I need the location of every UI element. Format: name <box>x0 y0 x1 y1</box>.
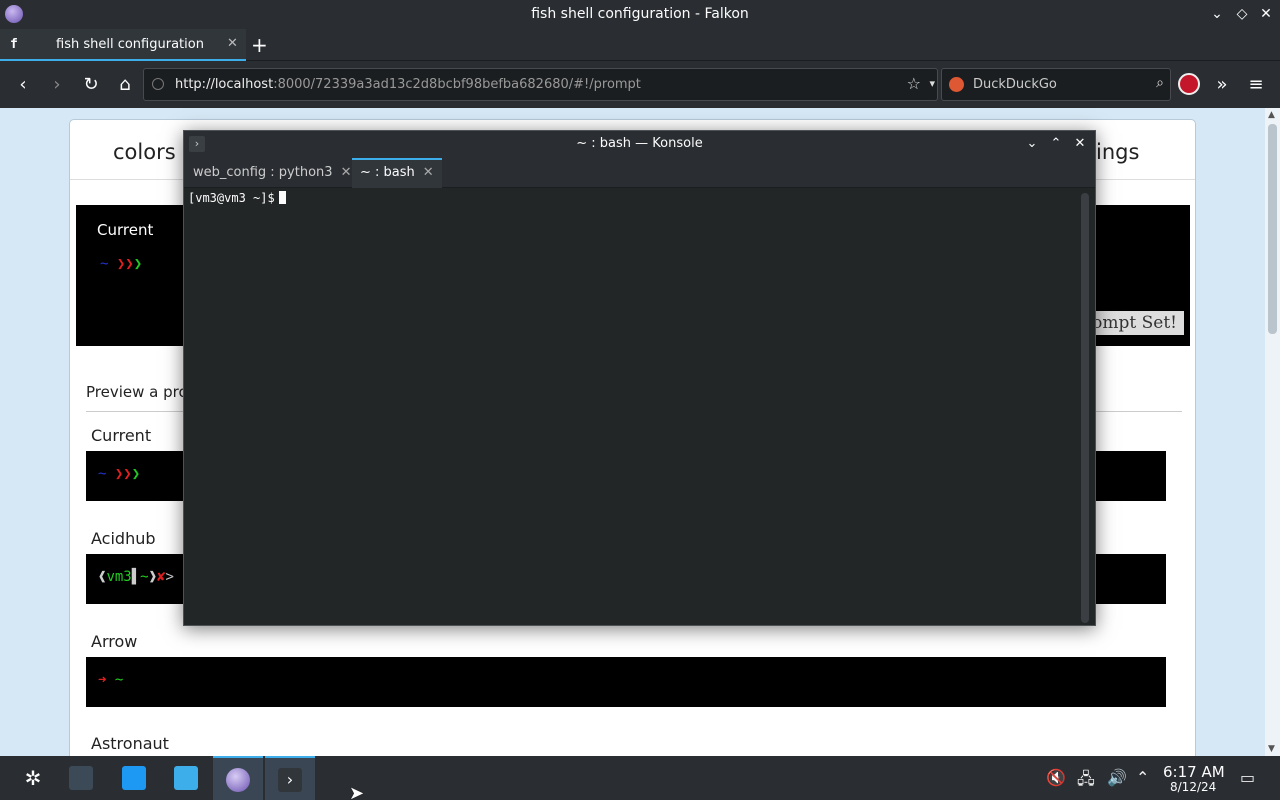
back-icon[interactable]: ‹ <box>11 73 35 97</box>
ublock-icon[interactable] <box>1178 73 1200 95</box>
site-info-icon[interactable] <box>152 78 164 90</box>
clock-date[interactable]: 8/12/24 <box>1170 780 1216 794</box>
reload-icon[interactable]: ↻ <box>79 73 103 97</box>
window-title: fish shell configuration - Falkon <box>531 6 749 22</box>
tab-favicon: f <box>10 37 18 52</box>
task-falkon[interactable] <box>213 756 263 800</box>
prompt-sample: ~ ❯❯❯ <box>98 466 141 482</box>
prompt-name-current: Current <box>91 426 152 445</box>
tab-label: fish shell configuration <box>56 37 204 52</box>
browser-titlebar: fish shell configuration - Falkon ⌄ ◇ ✕ <box>0 0 1280 29</box>
konsole-tab-python[interactable]: web_config : python3 ✕ <box>185 158 359 188</box>
taskbar: ✲ › 🔇 🖧 🔊 ⌃ 6:17 AM 8/12/24 ▭ <box>0 756 1280 800</box>
browser-tabbar: f fish shell configuration ✕ + <box>0 29 1280 61</box>
clock-time[interactable]: 6:17 AM <box>1163 763 1225 781</box>
search-icon[interactable]: ⌕ <box>1156 75 1164 91</box>
close-icon[interactable]: ✕ <box>1256 4 1276 24</box>
falkon-icon <box>226 768 250 792</box>
konsole-window[interactable]: › ~ : bash — Konsole ⌄ ⌃ ✕ web_config : … <box>183 130 1096 626</box>
maximize-icon[interactable]: ◇ <box>1232 4 1252 24</box>
tab-close-icon[interactable]: ✕ <box>227 36 238 51</box>
home-icon[interactable]: ⌂ <box>113 73 137 97</box>
network-icon[interactable]: 🖧 <box>1077 768 1095 795</box>
scrollbar-thumb[interactable] <box>1268 124 1277 334</box>
url-bar[interactable]: http://localhost:8000/72339a3ad13c2d8bcb… <box>143 68 938 101</box>
menu-icon[interactable]: ≡ <box>1244 73 1268 97</box>
konsole-title: ~ : bash — Konsole <box>576 136 703 151</box>
navigation-bar: ‹ › ↻ ⌂ http://localhost:8000/72339a3ad1… <box>0 61 1280 108</box>
volume-icon[interactable]: 🔊 <box>1107 768 1127 787</box>
discover-store-icon <box>122 766 146 790</box>
konsole-titlebar: › ~ : bash — Konsole ⌄ ⌃ ✕ <box>184 131 1095 158</box>
bookmark-star-icon[interactable]: ☆ <box>907 74 921 93</box>
terminal-area[interactable]: [vm3@vm3 ~]$ <box>184 188 1079 625</box>
terminal-prompt-line: [vm3@vm3 ~]$ <box>188 191 286 205</box>
konsole-tabbar: web_config : python3 ✕ ~ : bash ✕ <box>184 158 1095 188</box>
prompt-name-acidhub: Acidhub <box>91 529 156 548</box>
tab-close-icon[interactable]: ✕ <box>341 165 352 180</box>
scroll-down-icon[interactable]: ▼ <box>1268 744 1275 754</box>
preview-prompt-label: Preview a pro <box>86 383 188 401</box>
task-settings[interactable] <box>56 756 106 800</box>
prompt-sample: ❰vm3▌~❱✘> <box>98 569 174 585</box>
url-dropdown-icon[interactable]: ▾ <box>929 77 935 90</box>
app-launcher-button[interactable]: ✲ <box>8 756 58 800</box>
konsole-icon: › <box>278 768 302 792</box>
tab-bindings[interactable]: ings <box>1096 140 1139 164</box>
konsole-maximize-icon[interactable]: ⌃ <box>1046 134 1066 154</box>
new-tab-icon[interactable]: + <box>251 33 268 57</box>
minimize-icon[interactable]: ⌄ <box>1207 4 1227 24</box>
tab-close-icon[interactable]: ✕ <box>423 165 434 180</box>
prompt-name-arrow: Arrow <box>91 632 138 651</box>
konsole-close-icon[interactable]: ✕ <box>1070 134 1090 154</box>
kde-launcher-icon: ✲ <box>24 766 42 790</box>
extensions-chevron-icon[interactable]: » <box>1210 73 1234 97</box>
forward-icon[interactable]: › <box>45 73 69 97</box>
prompt-name-astronaut: Astronaut <box>91 734 169 753</box>
search-engine-placeholder: DuckDuckGo <box>973 77 1057 92</box>
show-desktop-icon[interactable]: ▭ <box>1240 768 1255 787</box>
scroll-up-icon[interactable]: ▲ <box>1268 110 1275 120</box>
tab-colors[interactable]: colors <box>113 140 176 164</box>
url-text: http://localhost:8000/72339a3ad13c2d8bcb… <box>175 77 641 92</box>
current-prompt-sample: ~ ❯❯❯ <box>100 256 143 272</box>
terminal-cursor <box>278 191 286 204</box>
terminal-scrollbar[interactable] <box>1081 193 1089 623</box>
prompt-preview-arrow[interactable]: ➜ ~ <box>86 657 1166 707</box>
browser-tab[interactable]: f fish shell configuration ✕ <box>0 29 246 61</box>
mouse-pointer-icon: ➤ <box>349 783 365 800</box>
konsole-minimize-icon[interactable]: ⌄ <box>1022 134 1042 154</box>
task-konsole[interactable]: › <box>265 756 315 800</box>
konsole-tab-bash[interactable]: ~ : bash ✕ <box>352 158 442 188</box>
current-prompt-label: Current <box>97 221 154 239</box>
page-scrollbar[interactable]: ▲ ▼ <box>1265 108 1280 756</box>
duckduckgo-icon <box>949 77 964 92</box>
tray-expand-icon[interactable]: ⌃ <box>1136 768 1149 787</box>
system-settings-icon <box>69 766 93 790</box>
task-file-manager[interactable] <box>161 756 211 800</box>
folder-icon <box>174 766 198 790</box>
mute-icon[interactable]: 🔇 <box>1046 768 1066 787</box>
search-bar[interactable]: DuckDuckGo ⌕ <box>941 68 1171 101</box>
task-discover[interactable] <box>109 756 159 800</box>
prompt-sample: ➜ ~ <box>98 672 124 688</box>
